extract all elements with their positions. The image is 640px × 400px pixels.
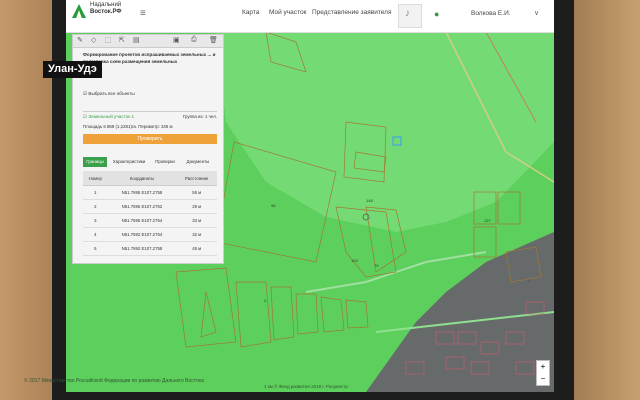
notifications-button[interactable]: ♪ xyxy=(398,4,422,28)
map-label: 137 xyxy=(484,218,491,223)
table-row[interactable]: 1 N51.7695 E107.2758 55 м xyxy=(83,185,217,200)
table-row[interactable]: 2 N51.7695 E107.2762 29 м xyxy=(83,199,217,214)
parcel-name: Земельный участок 1 xyxy=(88,114,135,119)
row-coordinates: N51.7695 E107.2758 xyxy=(107,185,177,200)
tab-documents[interactable]: Документы xyxy=(181,157,215,167)
map-label: 104 xyxy=(351,258,358,263)
polygon-icon[interactable]: ◇ xyxy=(91,36,96,44)
row-distance: 29 м xyxy=(176,199,217,214)
zoom-in-icon[interactable]: + xyxy=(537,361,549,373)
print-icon[interactable]: ⎙ xyxy=(191,36,197,44)
row-coordinates: N51.7692 E107.2764 xyxy=(107,227,177,242)
wall-right xyxy=(570,0,640,400)
table-row[interactable]: 3 N51.7695 E107.2764 33 м xyxy=(83,213,217,228)
row-coordinates: N51.7692 E107.2758 xyxy=(107,241,177,256)
row-distance: 45 м xyxy=(176,241,217,256)
select-all-checkbox[interactable]: ☑ Выбрать все объекты xyxy=(83,91,135,97)
row-distance: 55 м xyxy=(176,185,217,200)
coordinates-table: Номер Координаты Расстояние 1 N51.7695 E1… xyxy=(83,171,217,256)
map-scale: 1 км © Фонд развития 2018 г. Росреестр xyxy=(264,384,348,389)
layers-icon[interactable]: ▤ xyxy=(133,36,140,44)
tab-boundaries[interactable]: Границы xyxy=(83,157,107,167)
row-number: 4 xyxy=(83,227,108,242)
select-icon[interactable]: ⬚ xyxy=(105,36,112,44)
column-header: Номер xyxy=(83,171,108,186)
chevron-down-icon[interactable]: ∨ xyxy=(534,9,539,17)
screen: 96 104 79 148 137 1 2 Надальний Восток.Р… xyxy=(66,0,554,392)
bell-icon: ♪ xyxy=(405,8,410,19)
column-header: Координаты xyxy=(107,171,177,186)
user-name[interactable]: Волкова Е.И. xyxy=(471,10,511,17)
row-number: 3 xyxy=(83,213,108,228)
map-label: 148 xyxy=(366,198,373,203)
row-number: 5 xyxy=(83,241,108,256)
panel-tabs: Границы Характеристики Проверки Документ… xyxy=(83,157,217,167)
tab-checks[interactable]: Проверки xyxy=(151,157,179,167)
copyright: © 2017 Министерство Российской Федерации… xyxy=(24,378,204,384)
tab-characteristics[interactable]: Характеристики xyxy=(109,157,149,167)
map-label: 79 xyxy=(374,263,379,268)
user-icon[interactable]: ● xyxy=(434,9,439,19)
column-header: Расстояние xyxy=(176,171,217,186)
row-number: 1 xyxy=(83,185,108,200)
row-coordinates: N51.7695 E107.2762 xyxy=(107,199,177,214)
delete-icon[interactable]: 🗑 xyxy=(209,36,218,44)
check-button[interactable]: Проверить xyxy=(83,134,217,144)
parcel-area: Площадь 6 869 (1,2281)га. Периметр: 345 … xyxy=(83,124,173,129)
city-caption: Улан-Удэ xyxy=(43,61,102,78)
logo-mark-icon xyxy=(72,4,86,18)
measure-icon[interactable]: ⇱ xyxy=(119,36,125,44)
table-row[interactable]: 4 N51.7692 E107.2764 32 м xyxy=(83,227,217,242)
nav-my-parcel[interactable]: Мой участок xyxy=(269,9,306,16)
row-coordinates: N51.7695 E107.2764 xyxy=(107,213,177,228)
menu-icon[interactable]: ≡ xyxy=(140,8,146,19)
row-distance: 33 м xyxy=(176,213,217,228)
wall-left xyxy=(0,0,60,400)
map-label: 96 xyxy=(271,203,276,208)
edit-icon[interactable]: ✎ xyxy=(77,36,83,44)
parcel-group: Группа из: 1 чел. xyxy=(182,114,217,119)
panel-toolbar: ✎ ◇ ⬚ ⇱ ▤ ▣ ⎙ 🗑 xyxy=(73,35,223,48)
row-number: 2 xyxy=(83,199,108,214)
zoom-out-icon[interactable]: − xyxy=(537,373,549,385)
save-icon[interactable]: ▣ xyxy=(173,36,180,44)
top-bar: Надальний Восток.РФ ≡ Карта Мой участок … xyxy=(66,0,554,33)
parcel-card: ☑ Земельный участок 1 Группа из: 1 чел. … xyxy=(83,111,217,148)
parcel-checkbox[interactable]: ☑ Земельный участок 1 xyxy=(83,114,134,120)
nav-map[interactable]: Карта xyxy=(242,9,259,16)
zoom-control[interactable]: + − xyxy=(536,360,550,386)
panel-title: Формирование проектов испрашиваемых земе… xyxy=(83,52,216,64)
select-all-label: Выбрать все объекты xyxy=(88,91,135,96)
table-row[interactable]: 5 N51.7692 E107.2758 45 м xyxy=(83,241,217,256)
nav-applicant[interactable]: Представление заявителя xyxy=(312,9,392,16)
table-header-row: Номер Координаты Расстояние xyxy=(83,171,217,186)
row-distance: 32 м xyxy=(176,227,217,242)
